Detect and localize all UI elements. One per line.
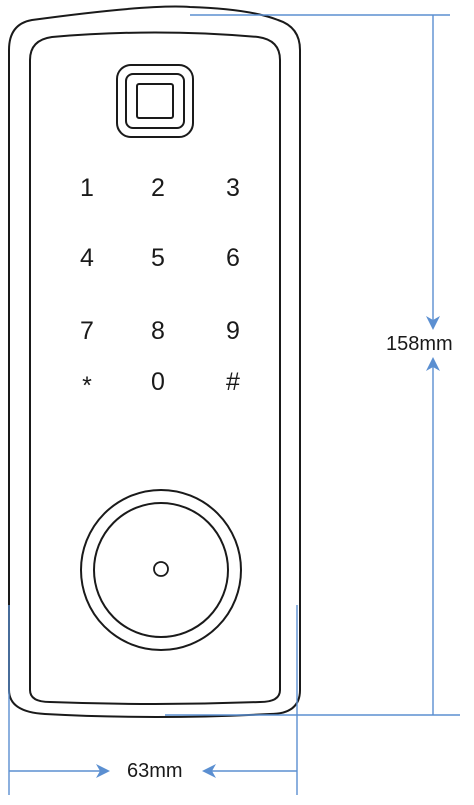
knob-inner-ring	[93, 502, 229, 638]
lock-knob[interactable]	[80, 489, 242, 651]
keypad-key-9[interactable]: 9	[226, 317, 240, 345]
height-dimension-label: 158mm	[386, 333, 453, 355]
knob-indicator-icon	[153, 561, 169, 577]
smart-lock-dimension-diagram: 1 2 3 4 5 6 7 8 9 * 0 # 158mm 63mm	[8, 5, 460, 795]
keypad-key-5[interactable]: 5	[151, 244, 165, 272]
width-dimension-label: 63mm	[127, 760, 183, 782]
keypad-key-3[interactable]: 3	[226, 174, 240, 202]
keypad-key-0[interactable]: 0	[151, 368, 165, 396]
width-dimension: 63mm	[8, 605, 298, 795]
keypad-key-hash[interactable]: #	[226, 368, 240, 396]
fingerprint-sensor-middle	[125, 73, 185, 129]
lock-device	[8, 5, 301, 718]
keypad-key-7[interactable]: 7	[80, 317, 94, 345]
keypad-key-2[interactable]: 2	[151, 174, 165, 202]
knob-outer-ring	[80, 489, 242, 651]
keypad-key-star[interactable]: *	[82, 372, 92, 400]
keypad-key-1[interactable]: 1	[80, 174, 94, 202]
fingerprint-sensor-icon[interactable]	[116, 64, 194, 138]
fingerprint-sensor-inner	[136, 83, 174, 119]
keypad-key-8[interactable]: 8	[151, 317, 165, 345]
device-outer-frame	[8, 5, 301, 718]
keypad-key-4[interactable]: 4	[80, 244, 94, 272]
keypad: 1 2 3 4 5 6 7 8 9 * 0 #	[80, 174, 240, 400]
height-dimension: 158mm	[165, 14, 460, 716]
keypad-key-6[interactable]: 6	[226, 244, 240, 272]
